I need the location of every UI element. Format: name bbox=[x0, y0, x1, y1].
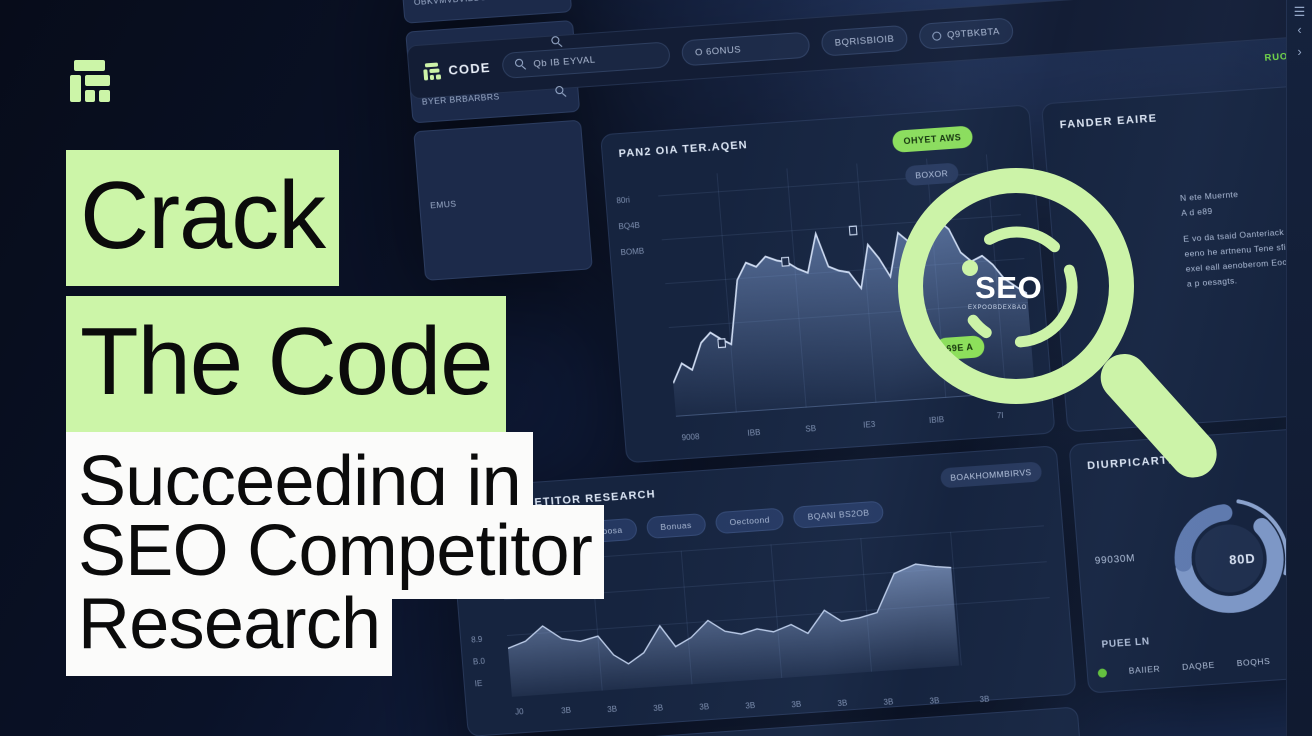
seo-sublabel: EXPOOBDEXBAO bbox=[968, 305, 1027, 311]
x-tick: SB bbox=[805, 424, 817, 434]
x-tick: J0 bbox=[514, 707, 524, 717]
donut-legend: BAIIER DAQBE BOQHS FOKTS MUIED bbox=[1097, 649, 1312, 678]
right-card-title: FANDER EAIRE bbox=[1059, 112, 1158, 132]
x-tick: 3B bbox=[652, 703, 664, 714]
list-item[interactable]: OBKVMVBVIBBO bbox=[401, 0, 573, 24]
x-tick: 9008 bbox=[681, 432, 700, 443]
person-icon bbox=[931, 30, 942, 41]
y-tick: BOMB bbox=[620, 246, 645, 258]
filter-chip-2[interactable]: Bonuas bbox=[645, 512, 707, 540]
seo-label: SEO bbox=[975, 270, 1043, 305]
search-placeholder: Qb IB EYVAL bbox=[533, 54, 596, 70]
x-tick: 3B bbox=[929, 696, 940, 706]
search-icon[interactable] bbox=[555, 85, 568, 99]
y-tick: B.0 bbox=[472, 656, 486, 667]
poster-canvas: CODE Qb IB EYVAL O 6ONUS BQRISBIOIB Q9TB… bbox=[0, 0, 1312, 736]
y-tick: BQ4B bbox=[618, 220, 641, 232]
x-tick: IBB bbox=[747, 427, 761, 438]
x-tick: 3B bbox=[606, 704, 618, 715]
headline-line-5: Research bbox=[66, 578, 393, 676]
topbar-item-0[interactable]: O 6ONUS bbox=[681, 31, 811, 67]
topbar-item-label: Q9TBKBTA bbox=[946, 25, 1001, 41]
x-tick: 3B bbox=[791, 699, 802, 710]
list-item-label: OBKVMVBVIBBO bbox=[413, 0, 487, 7]
search-icon bbox=[515, 58, 528, 71]
donut-center-value: 80D bbox=[1228, 550, 1256, 568]
x-tick: 3B bbox=[745, 700, 756, 711]
app-name: CODE bbox=[447, 59, 492, 78]
topbar-item-1[interactable]: BQRISBIOIB bbox=[820, 24, 909, 57]
legend-item: BAIIER bbox=[1128, 663, 1161, 676]
x-tick: 3B bbox=[698, 702, 710, 712]
headline-line-1: Crack bbox=[66, 150, 339, 286]
x-tick: 3B bbox=[979, 694, 990, 705]
search-icon[interactable] bbox=[551, 35, 564, 49]
dashboard-brand[interactable]: CODE bbox=[423, 58, 492, 81]
magnifying-glass-icon: SEO EXPOOBDEXBAO bbox=[880, 160, 1227, 505]
search-input[interactable]: Qb IB EYVAL bbox=[501, 41, 672, 79]
x-tick: 3B bbox=[883, 697, 894, 707]
legend-dot-icon bbox=[1097, 667, 1108, 678]
x-tick: 3B bbox=[560, 705, 572, 716]
layout-grid-logo-icon[interactable] bbox=[70, 60, 110, 102]
chevron-left-icon[interactable]: ‹ bbox=[1297, 22, 1301, 37]
legend-item: BOQHS bbox=[1236, 655, 1271, 669]
list-item[interactable]: EMUS bbox=[413, 119, 593, 281]
legend-item: DAQBE bbox=[1181, 659, 1216, 673]
filter-chip-3[interactable]: Oectoond bbox=[714, 507, 785, 535]
layout-grid-logo-icon bbox=[423, 62, 442, 81]
y-tick: IE bbox=[474, 678, 483, 689]
donut-label-left: 99030M bbox=[1094, 553, 1136, 567]
x-tick: IE3 bbox=[862, 419, 876, 430]
chevron-right-icon[interactable]: › bbox=[1297, 44, 1301, 59]
y-tick: 8.9 bbox=[470, 634, 483, 645]
chart-badge-0[interactable]: OHYET AWS bbox=[891, 125, 974, 153]
headline-line-2: The Code bbox=[66, 296, 507, 432]
topbar-item-label: O 6ONUS bbox=[694, 43, 742, 59]
donut-legend-title: PUEE LN bbox=[1101, 636, 1151, 651]
filter-chip-4[interactable]: BQANI BS2OB bbox=[792, 500, 885, 529]
list-item-label: EMUS bbox=[429, 198, 457, 211]
hamburger-icon[interactable]: ☰ bbox=[1294, 4, 1306, 20]
y-tick: 80ri bbox=[616, 195, 631, 206]
topbar-item-label: BQRISBIOIB bbox=[834, 33, 895, 49]
right-rail: ☰ ‹ › bbox=[1286, 0, 1312, 736]
topbar-item-2[interactable]: Q9TBKBTA bbox=[918, 17, 1014, 50]
x-tick: 3B bbox=[837, 698, 848, 709]
